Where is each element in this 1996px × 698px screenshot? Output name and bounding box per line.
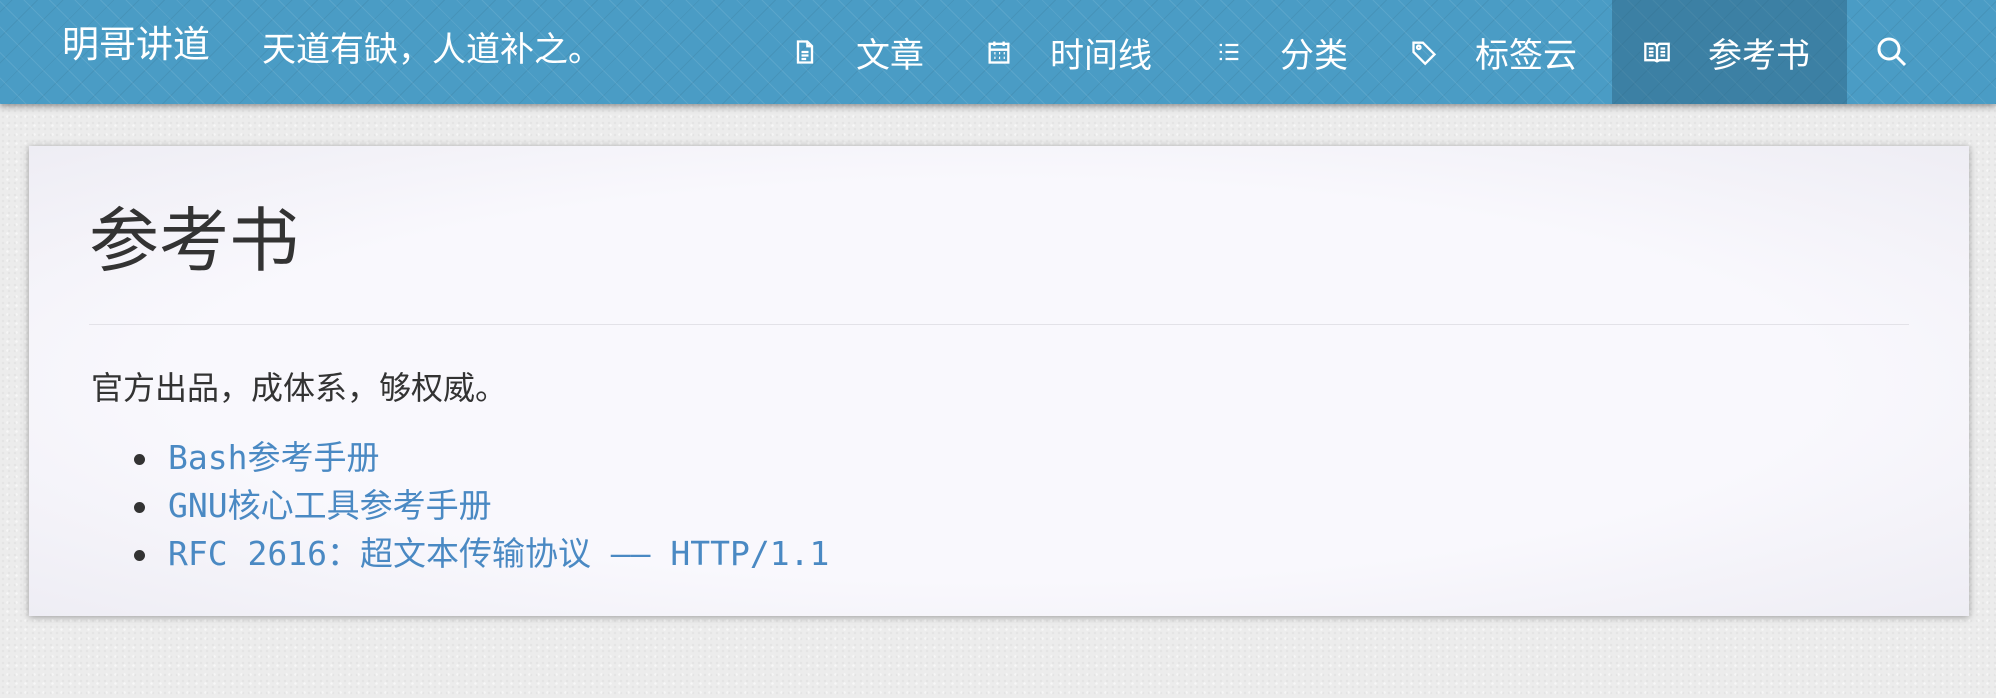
book-icon [1643, 38, 1671, 66]
nav-item-label: 分类 [1280, 35, 1348, 76]
nav-item-category[interactable]: 分类 [1215, 0, 1348, 104]
book-link-bash[interactable]: Bash参考手册 [168, 438, 379, 477]
calendar-icon [985, 38, 1013, 66]
search-icon [1874, 37, 1910, 74]
nav-item-articles[interactable]: 文章 [791, 0, 924, 104]
intro-text: 官方出品，成体系，够权威。 [91, 369, 508, 407]
book-link-rfc2616[interactable]: RFC 2616：超文本传输协议 —— HTTP/1.1 [168, 534, 829, 573]
nav-item-timeline[interactable]: 时间线 [985, 0, 1152, 104]
nav-item-label: 时间线 [1050, 35, 1152, 76]
nav-item-label: 文章 [856, 35, 924, 76]
nav-item-books[interactable]: 参考书 [1612, 0, 1847, 104]
bullet-icon [134, 550, 145, 561]
site-brand[interactable]: 明哥讲道 [62, 23, 210, 67]
list-item: Bash参考手册 [29, 434, 829, 482]
search-button[interactable] [1874, 34, 1910, 70]
nav-item-tags[interactable]: 标签云 [1410, 0, 1577, 104]
document-icon [791, 38, 819, 66]
book-link-gnu-coreutils[interactable]: GNU核心工具参考手册 [168, 486, 492, 525]
book-list: Bash参考手册 GNU核心工具参考手册 RFC 2616：超文本传输协议 ——… [29, 434, 829, 578]
content-card: 参考书 官方出品，成体系，够权威。 Bash参考手册 GNU核心工具参考手册 R… [29, 146, 1969, 616]
title-divider [89, 324, 1909, 325]
bullet-icon [134, 502, 145, 513]
tag-icon [1410, 38, 1438, 66]
list-item: GNU核心工具参考手册 [29, 482, 829, 530]
page-title: 参考书 [89, 200, 299, 282]
list-icon [1215, 38, 1243, 66]
site-tagline: 天道有缺，人道补之。 [262, 30, 602, 70]
bullet-icon [134, 454, 145, 465]
nav-item-label: 标签云 [1475, 35, 1577, 76]
nav-item-label: 参考书 [1708, 35, 1810, 76]
list-item: RFC 2616：超文本传输协议 —— HTTP/1.1 [29, 530, 829, 578]
top-navbar: 明哥讲道 天道有缺，人道补之。 文章 时间线 分类 标签云 参考书 [0, 0, 1996, 104]
